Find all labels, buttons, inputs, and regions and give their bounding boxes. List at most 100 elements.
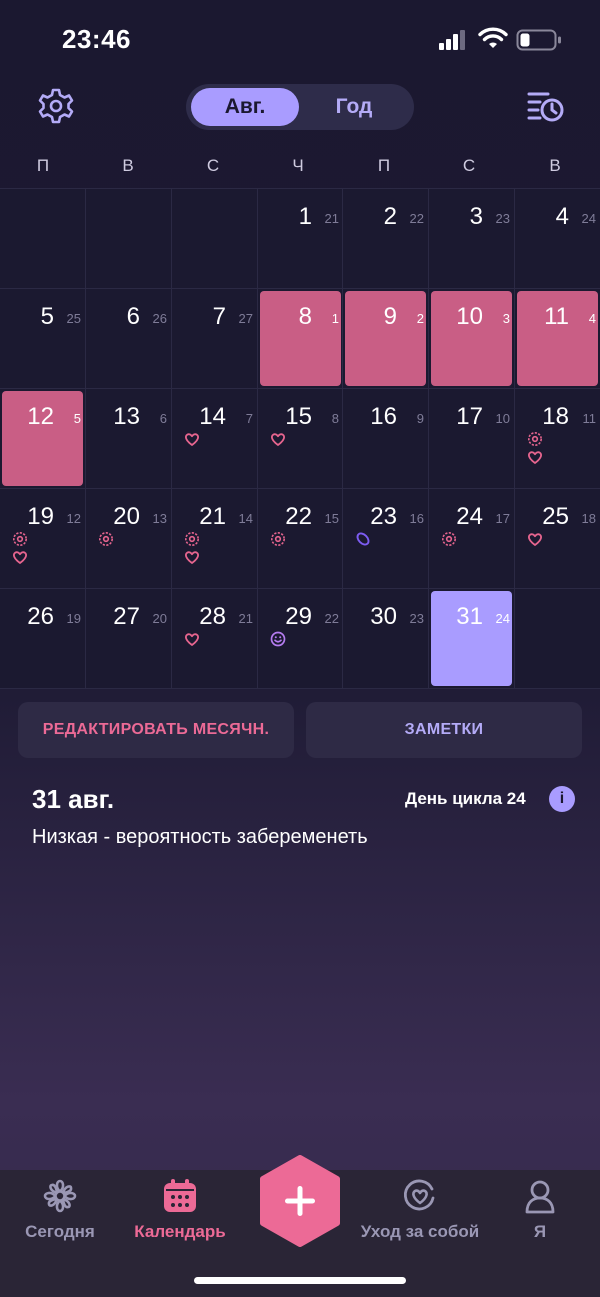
edit-period-button[interactable]: РЕДАКТИРОВАТЬ МЕСЯЧН. (18, 702, 294, 758)
day-cell[interactable]: 19 12 (0, 488, 86, 589)
day-number: 28 (199, 603, 226, 630)
day-cell[interactable]: 23 16 (342, 488, 429, 589)
home-indicator (194, 1277, 406, 1284)
day-number: 9 (383, 303, 397, 330)
day-cell[interactable]: 4 24 (514, 188, 600, 289)
cycle-day-number: 10 (495, 411, 510, 426)
day-cell[interactable]: 11 4 (514, 288, 600, 389)
cycle-day-number: 25 (66, 311, 81, 326)
smiley-icon (270, 631, 286, 647)
cycle-day-number: 22 (409, 211, 424, 226)
cycle-day-number: 12 (66, 511, 81, 526)
day-cell[interactable]: 13 6 (85, 388, 172, 489)
day-cell[interactable]: 25 18 (514, 488, 600, 589)
day-cell[interactable]: 18 11 (514, 388, 600, 489)
day-cell[interactable]: 22 15 (257, 488, 344, 589)
tab-selfcare[interactable]: Уход за собой (360, 1178, 480, 1258)
day-cell[interactable]: 21 14 (171, 488, 258, 589)
day-number: 3 (469, 203, 483, 230)
day-number: 6 (126, 303, 140, 330)
day-number: 15 (285, 403, 312, 430)
user-icon (525, 1180, 555, 1214)
day-number: 1 (298, 203, 312, 230)
flower-icon (270, 531, 286, 547)
tab-today[interactable]: Сегодня (0, 1178, 120, 1258)
day-cell[interactable]: 5 25 (0, 288, 86, 389)
day-number: 19 (27, 503, 54, 530)
tab-selfcare-label: Уход за собой (360, 1222, 480, 1241)
heart-icon (12, 549, 28, 565)
day-number: 16 (370, 403, 397, 430)
info-icon[interactable]: i (549, 786, 575, 812)
weekday-label: С (462, 156, 476, 175)
day-number: 2 (383, 203, 397, 230)
day-cell[interactable]: 81 (257, 288, 344, 389)
add-button[interactable] (258, 1155, 342, 1247)
flower-icon (98, 531, 114, 547)
day-cell[interactable]: 27 20 (85, 588, 172, 689)
cycle-day-number: 16 (409, 511, 424, 526)
weekday-label: С (206, 156, 220, 175)
day-cell[interactable]: 1 21 (257, 188, 344, 289)
cycle-day-number: 23 (495, 211, 510, 226)
tab-today-label: Сегодня (25, 1222, 95, 1241)
day-number: 4 (555, 203, 569, 230)
day-cell[interactable]: 16 9 (342, 388, 429, 489)
day-cell[interactable]: 29 22 (257, 588, 344, 689)
day-cell[interactable]: 3 23 (428, 188, 515, 289)
day-number: 10 (456, 303, 483, 330)
segment-month[interactable]: Авг. (191, 88, 299, 126)
cycle-day-number: 24 (495, 611, 510, 626)
day-cell[interactable]: 92 (342, 288, 429, 389)
cycle-day-label: День цикла 24 (405, 789, 526, 808)
flower-icon (43, 1179, 77, 1213)
wifi-icon (478, 27, 508, 48)
day-cell[interactable]: 7 27 (171, 288, 258, 389)
weekday-label: Ч (292, 156, 304, 175)
weekday-label: П (377, 156, 391, 175)
day-cell[interactable]: 17 10 (428, 388, 515, 489)
day-number: 12 (27, 403, 54, 430)
cycle-day-number: 27 (238, 311, 253, 326)
day-number: 11 (544, 303, 569, 330)
weekday-label: В (122, 156, 134, 175)
day-number: 25 (542, 503, 569, 530)
cycle-day-number: 11 (582, 411, 597, 426)
day-number: 20 (113, 503, 140, 530)
battery-icon (516, 29, 561, 51)
tab-calendar-label: Календарь (134, 1222, 226, 1241)
pill-icon (355, 531, 371, 547)
flower-icon (184, 531, 200, 547)
day-cell[interactable]: 30 23 (342, 588, 429, 689)
day-cell[interactable]: 6 26 (85, 288, 172, 389)
day-cell[interactable]: 12 5 (0, 388, 86, 489)
day-cell[interactable]: 24 17 (428, 488, 515, 589)
empty-day-cell (0, 188, 86, 289)
day-number: 27 (113, 603, 140, 630)
heart-icon (184, 431, 200, 447)
tab-me[interactable]: Я (480, 1178, 600, 1258)
weekday-header: П В С Ч П С В (0, 148, 600, 188)
day-cell[interactable]: 14 7 (171, 388, 258, 489)
cycle-day-number: 18 (581, 511, 596, 526)
segment-year[interactable]: Год (299, 88, 409, 126)
heart-icon (527, 449, 543, 465)
day-cell[interactable]: 31 24 (428, 588, 515, 689)
heart-circle-icon (404, 1179, 435, 1211)
selected-date: 31 авг. (32, 784, 115, 814)
day-number: 26 (27, 603, 54, 630)
day-cell[interactable]: 20 13 (85, 488, 172, 589)
day-cell[interactable]: 28 21 (171, 588, 258, 689)
notes-button[interactable]: ЗАМЕТКИ (306, 702, 582, 758)
tab-calendar[interactable]: Календарь (120, 1178, 240, 1258)
day-cell[interactable]: 2 22 (342, 188, 429, 289)
day-number: 31 (456, 603, 483, 630)
history-list-icon[interactable] (526, 88, 566, 126)
day-number: 14 (199, 403, 226, 430)
day-number: 29 (285, 603, 312, 630)
day-cell[interactable]: 26 19 (0, 588, 86, 689)
settings-gear-icon[interactable] (34, 84, 78, 128)
day-cell[interactable]: 10 3 (428, 288, 515, 389)
tab-me-label: Я (533, 1222, 547, 1241)
day-cell[interactable]: 15 8 (257, 388, 344, 489)
